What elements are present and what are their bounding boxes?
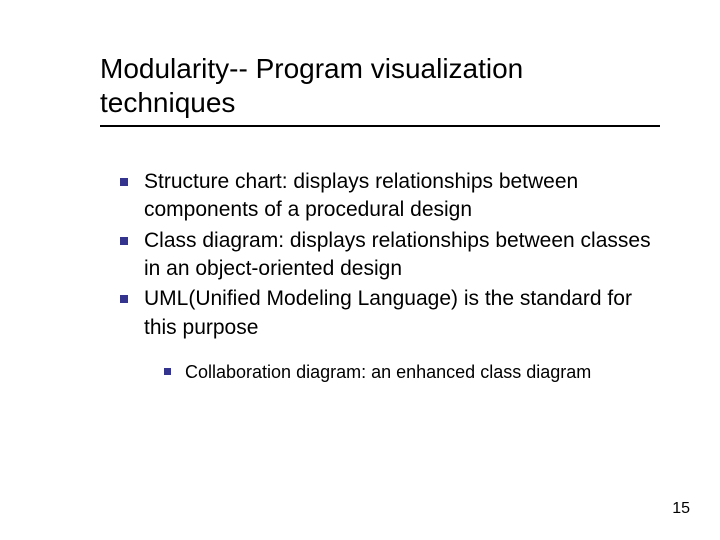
- slide: Modularity-- Program visualization techn…: [0, 0, 720, 540]
- bullet-text: Structure chart: displays relationships …: [144, 168, 660, 225]
- bullet-item: UML(Unified Modeling Language) is the st…: [120, 285, 660, 342]
- sub-bullet-text: Collaboration diagram: an enhanced class…: [185, 360, 660, 384]
- sub-bullet-list: Collaboration diagram: an enhanced class…: [164, 360, 660, 384]
- sub-bullet-item: Collaboration diagram: an enhanced class…: [164, 360, 660, 384]
- slide-title: Modularity-- Program visualization techn…: [100, 52, 660, 127]
- bullet-icon: [120, 178, 128, 186]
- bullet-text: Class diagram: displays relationships be…: [144, 227, 660, 284]
- page-number: 15: [672, 500, 690, 518]
- bullet-icon: [120, 237, 128, 245]
- slide-body: Structure chart: displays relationships …: [120, 168, 660, 384]
- bullet-icon: [120, 295, 128, 303]
- bullet-item: Class diagram: displays relationships be…: [120, 227, 660, 284]
- bullet-item: Structure chart: displays relationships …: [120, 168, 660, 225]
- bullet-icon: [164, 368, 171, 375]
- bullet-text: UML(Unified Modeling Language) is the st…: [144, 285, 660, 342]
